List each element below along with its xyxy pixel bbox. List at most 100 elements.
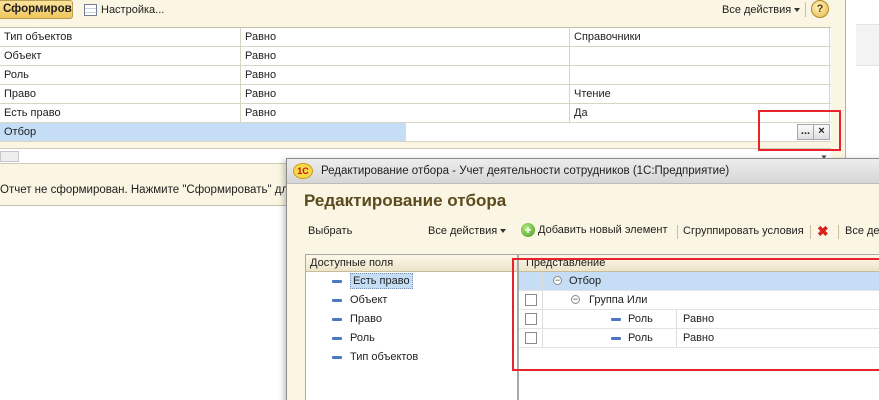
field-icon [332,280,342,283]
dialog-heading: Редактирование отбора [304,191,507,210]
setting-name: Тип объектов [0,28,241,46]
table-row[interactable]: Объект Равно [0,47,831,66]
fields-all-actions-label: Все действия [428,225,498,237]
delete-icon[interactable]: ✖ [817,223,829,240]
condition-row-group[interactable]: − Группа Или [519,291,879,310]
report-status-text: Отчет не сформирован. Нажмите "Сформиров… [0,184,304,196]
conditions-header: Представление [519,255,879,272]
setting-condition: Равно [241,47,570,65]
select-button[interactable]: Выбрать [308,225,352,237]
all-actions-menu[interactable]: Все действия [722,2,801,18]
checkbox-column [519,291,543,309]
toolbar-divider [838,225,839,239]
condition-operator[interactable]: Равно [683,310,714,328]
available-fields-header: Доступные поля [306,255,517,272]
setting-value[interactable] [570,66,830,84]
available-fields-panel: Доступные поля Есть право Объект Право Р… [305,254,518,400]
clear-button[interactable]: × [813,124,830,140]
add-element-label: Добавить новый элемент [538,224,668,236]
toolbar-divider [805,2,806,17]
table-row[interactable]: Есть право Равно Да [0,104,831,123]
collapse-icon[interactable]: − [571,295,580,304]
generate-button[interactable]: Сформировать [0,0,73,19]
toolbar-divider [810,225,811,239]
field-item[interactable]: Тип объектов [306,348,517,367]
settings-button-label: Настройка... [101,4,165,16]
report-output-area [0,205,300,400]
field-icon [332,318,342,321]
field-icon [611,337,621,340]
app-logo-icon: 1С [293,163,313,179]
field-icon [611,318,621,321]
setting-name: Объект [0,47,241,65]
fields-toolbar: Выбрать Все действия [287,221,519,243]
conditions-all-actions-menu[interactable]: Все де [845,225,879,237]
add-element-button[interactable]: + Добавить новый элемент [521,223,668,237]
plus-icon: + [521,223,535,237]
setting-value[interactable]: Чтение [570,85,830,103]
report-settings-table: Тип объектов Равно Справочники Объект Ра… [0,27,831,142]
dialog-titlebar[interactable]: 1С Редактирование отбора - Учет деятельн… [287,159,879,184]
field-item[interactable]: Право [306,310,517,329]
background-panel-strip [856,24,879,66]
toolbar-divider [677,225,678,239]
checkbox-column [519,310,543,328]
condition-row[interactable]: Роль Равно [519,310,879,329]
condition-field: Роль [628,313,653,325]
fields-all-actions-menu[interactable]: Все действия [428,225,507,237]
setting-value[interactable] [570,47,830,65]
condition-root-label: Отбор [569,275,602,287]
condition-operator[interactable]: Равно [683,329,714,347]
table-row[interactable]: Тип объектов Равно Справочники [0,28,831,47]
dialog-title: Редактирование отбора - Учет деятельност… [321,165,730,177]
table-row-filter[interactable]: Отбор ... × [0,123,831,142]
setting-value[interactable]: Да [570,104,830,122]
setting-value[interactable]: Справочники [570,28,830,46]
column-divider [676,310,677,328]
field-icon [332,299,342,302]
field-item[interactable]: Есть право [306,272,517,291]
chevron-down-icon [794,8,801,12]
chevron-down-icon [500,229,507,233]
checkbox-column [519,329,543,347]
help-icon[interactable]: ? [811,0,829,18]
setting-condition: Равно [241,85,570,103]
setting-name-filter: Отбор [0,123,406,141]
setting-condition: Равно [241,104,570,122]
group-conditions-button[interactable]: Сгруппировать условия [683,225,804,237]
setting-name: Право [0,85,241,103]
setting-condition: Равно [241,28,570,46]
choose-button[interactable]: ... [797,124,814,140]
field-icon [332,356,342,359]
condition-checkbox[interactable] [525,332,537,344]
setting-name: Есть право [0,104,241,122]
field-item-label: Роль [350,332,375,344]
checkbox-column [519,272,543,290]
filter-conditions-panel: Представление − Отбор − Группа Или Роль … [518,254,879,400]
filter-edit-dialog: 1С Редактирование отбора - Учет деятельн… [286,158,879,400]
field-item[interactable]: Объект [306,291,517,310]
condition-field: Роль [628,332,653,344]
field-item[interactable]: Роль [306,329,517,348]
report-toolbar: Сформировать Настройка... Все действия ? [0,0,846,20]
condition-row[interactable]: Роль Равно [519,329,879,348]
field-item-label: Право [350,313,382,325]
field-item-label: Тип объектов [350,351,419,363]
table-row[interactable]: Роль Равно [0,66,831,85]
condition-checkbox[interactable] [525,294,537,306]
table-row[interactable]: Право Равно Чтение [0,85,831,104]
settings-button[interactable]: Настройка... [84,2,164,18]
condition-checkbox[interactable] [525,313,537,325]
condition-group-label: Группа Или [589,294,648,306]
scrollbar-thumb[interactable] [0,151,19,162]
condition-row-root[interactable]: − Отбор [519,272,879,291]
column-divider [676,329,677,347]
settings-table-icon [84,4,97,16]
conditions-toolbar: + Добавить новый элемент Сгруппировать у… [519,221,879,243]
field-icon [332,337,342,340]
field-item-label: Объект [350,294,388,306]
setting-name: Роль [0,66,241,84]
setting-condition: Равно [241,66,570,84]
collapse-icon[interactable]: − [553,276,562,285]
field-item-label: Есть право [350,273,413,289]
